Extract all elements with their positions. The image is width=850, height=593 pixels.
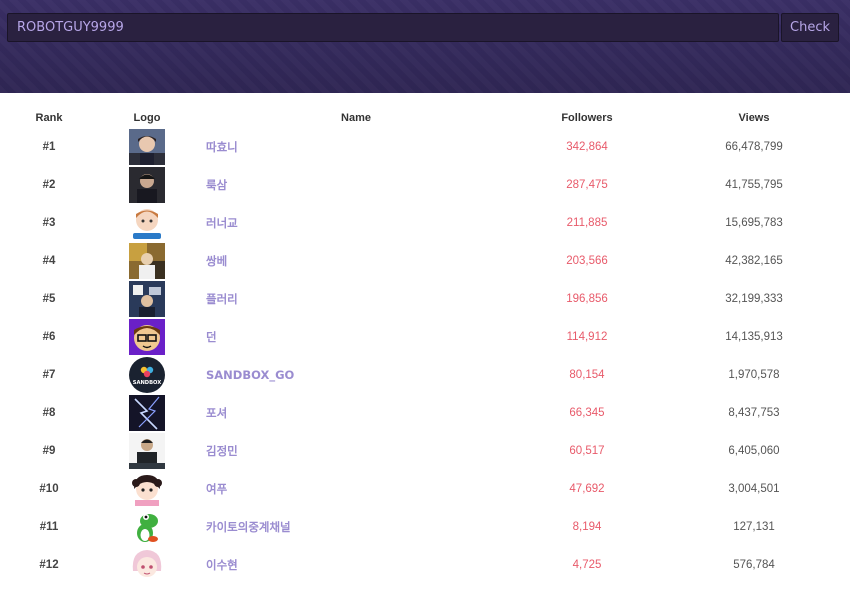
header-logo: Logo — [133, 112, 161, 124]
rank-cell: #4 — [42, 255, 56, 267]
channel-name-link[interactable]: 플러리 — [206, 292, 238, 306]
avatar-photo-icon[interactable] — [129, 129, 165, 165]
check-button[interactable]: Check — [781, 13, 839, 42]
rank-cell: #10 — [39, 483, 59, 495]
rank-cell: #5 — [42, 293, 56, 305]
channel-name-link[interactable]: 카이토의중계채널 — [206, 520, 291, 534]
table-row: #1 따효니 342,864 66,478,799 — [0, 128, 850, 166]
avatar-photo-icon[interactable] — [129, 167, 165, 203]
channel-name-link[interactable]: 러너교 — [206, 216, 238, 230]
table-row: #3 러너교 211,885 15,695,783 — [0, 204, 850, 242]
channel-name-link[interactable]: 던 — [206, 330, 217, 344]
channel-name-link[interactable]: 김정민 — [206, 444, 238, 458]
views-cell: 66,478,799 — [725, 141, 783, 153]
avatar-cartoon-icon[interactable] — [129, 205, 165, 241]
followers-cell: 66,345 — [569, 407, 605, 419]
views-cell: 6,405,060 — [728, 445, 780, 457]
channel-name-link[interactable]: 룩삼 — [206, 178, 227, 192]
views-cell: 15,695,783 — [725, 217, 783, 229]
channel-name-link[interactable]: 쌍베 — [206, 254, 227, 268]
rank-cell: #1 — [42, 141, 56, 153]
header-views: Views — [738, 112, 770, 124]
views-cell: 32,199,333 — [725, 293, 783, 305]
rank-cell: #2 — [42, 179, 56, 191]
avatar-photo-icon[interactable] — [129, 433, 165, 469]
followers-cell: 196,856 — [566, 293, 608, 305]
table-row: #12 이수현 4,725 576,784 — [0, 546, 850, 584]
channel-name-link[interactable]: SANDBOX_GO — [206, 368, 294, 382]
avatar-cartoon-icon[interactable] — [129, 471, 165, 507]
views-cell: 8,437,753 — [728, 407, 780, 419]
followers-cell: 47,692 — [569, 483, 605, 495]
followers-cell: 4,725 — [572, 559, 602, 571]
followers-cell: 114,912 — [566, 331, 608, 343]
rank-cell: #12 — [39, 559, 59, 571]
ranking-table: Rank Logo Name Followers Views #1 따효니 34… — [0, 108, 850, 584]
header-followers: Followers — [561, 112, 613, 124]
followers-cell: 211,885 — [566, 217, 608, 229]
followers-cell: 8,194 — [572, 521, 602, 533]
followers-cell: 80,154 — [569, 369, 605, 381]
views-cell: 1,970,578 — [728, 369, 780, 381]
header-rank: Rank — [35, 112, 63, 124]
table-row: #4 쌍베 203,566 42,382,165 — [0, 242, 850, 280]
followers-cell: 60,517 — [569, 445, 605, 457]
channel-name-link[interactable]: 여푸 — [206, 482, 227, 496]
rank-cell: #7 — [42, 369, 56, 381]
lightning-icon[interactable] — [129, 395, 165, 431]
header-bar: Check — [0, 0, 850, 93]
table-row: #5 플러리 196,856 32,199,333 — [0, 280, 850, 318]
table-row: #7 SANDBOX SANDBOX_GO 80,154 1,970,578 — [0, 356, 850, 394]
followers-cell: 287,475 — [566, 179, 608, 191]
followers-cell: 342,864 — [566, 141, 608, 153]
rank-cell: #9 — [42, 445, 56, 457]
table-header-row: Rank Logo Name Followers Views — [0, 108, 850, 128]
avatar-photo-icon[interactable] — [129, 243, 165, 279]
views-cell: 576,784 — [733, 559, 775, 571]
username-input[interactable] — [7, 13, 779, 42]
channel-name-link[interactable]: 이수현 — [206, 558, 238, 572]
table-row: #10 여푸 47,692 3,004,501 — [0, 470, 850, 508]
channel-name-link[interactable]: 따효니 — [206, 140, 238, 154]
table-row: #6 던 114,912 14,135,913 — [0, 318, 850, 356]
header-name: Name — [341, 112, 371, 124]
table-row: #11 카이토의중계채널 8,194 127,131 — [0, 508, 850, 546]
views-cell: 42,382,165 — [725, 255, 783, 267]
followers-cell: 203,566 — [566, 255, 608, 267]
channel-name-link[interactable]: 포셔 — [206, 406, 227, 420]
views-cell: 127,131 — [733, 521, 775, 533]
avatar-photo-icon[interactable] — [129, 281, 165, 317]
yoshi-icon[interactable] — [129, 509, 165, 545]
avatar-cartoon-icon[interactable] — [129, 319, 165, 355]
views-cell: 14,135,913 — [725, 331, 783, 343]
svg-text:SANDBOX: SANDBOX — [133, 380, 162, 386]
views-cell: 41,755,795 — [725, 179, 783, 191]
sandbox-logo-icon[interactable]: SANDBOX — [129, 357, 165, 393]
rank-cell: #3 — [42, 217, 56, 229]
rank-cell: #8 — [42, 407, 56, 419]
table-row: #9 김정민 60,517 6,405,060 — [0, 432, 850, 470]
rank-cell: #6 — [42, 331, 56, 343]
views-cell: 3,004,501 — [728, 483, 780, 495]
avatar-cartoon-icon[interactable] — [129, 547, 165, 583]
rank-cell: #11 — [39, 521, 59, 533]
table-row: #8 포셔 66,345 8,437,753 — [0, 394, 850, 432]
table-row: #2 룩삼 287,475 41,755,795 — [0, 166, 850, 204]
